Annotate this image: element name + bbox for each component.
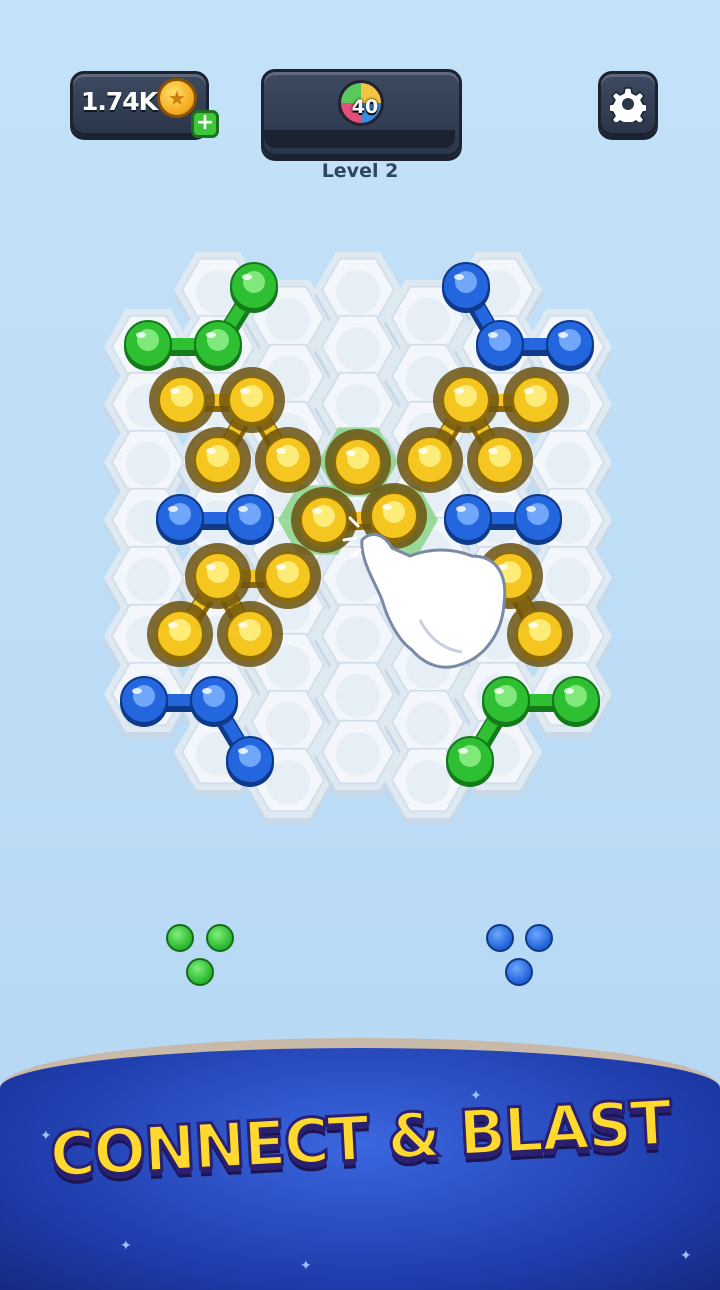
- piece-ball-shine: [136, 332, 146, 338]
- piece-ball: [397, 427, 463, 493]
- piece-ball-shine: [454, 274, 464, 280]
- piece-ball: [507, 601, 573, 667]
- piece-ball-shine: [528, 622, 538, 628]
- hex-cell-hole: [336, 327, 380, 371]
- piece-ball: [194, 320, 242, 371]
- piece-ball-shine: [488, 448, 498, 454]
- piece-ball: [147, 601, 213, 667]
- piece-ball-shine: [454, 388, 464, 394]
- hex-cell-hole: [336, 270, 380, 314]
- piece-ball-shine: [132, 688, 142, 694]
- piece-ball-shine: [488, 332, 498, 338]
- hex-cell-hole: [266, 298, 310, 342]
- hex-cell-hole: [546, 558, 590, 602]
- piece-ball: [226, 736, 274, 787]
- piece-ball: [185, 427, 251, 493]
- hex-cell-hole: [126, 558, 170, 602]
- piece-ball-shine: [202, 688, 212, 694]
- piece-ball-shine: [558, 332, 568, 338]
- piece-ball: [226, 494, 274, 545]
- piece-ball-shine: [206, 448, 216, 454]
- piece-ball-shine: [524, 388, 534, 394]
- piece-ball-shine: [456, 506, 466, 512]
- hex-cell-hole: [336, 616, 380, 660]
- piece-ball: [325, 429, 391, 495]
- piece-ball: [444, 494, 492, 545]
- piece-ball: [124, 320, 172, 371]
- piece-ball-shine: [238, 622, 248, 628]
- piece-ball-shine: [238, 748, 248, 754]
- piece-ball-shine: [206, 332, 216, 338]
- piece-ball: [503, 367, 569, 433]
- piece-ball-shine: [346, 450, 356, 456]
- tray-ball: [525, 924, 553, 952]
- hex-cell-hole: [406, 702, 450, 746]
- piece-ball-shine: [240, 388, 250, 394]
- piece-ball-shine: [382, 504, 392, 510]
- piece-ball: [476, 320, 524, 371]
- piece-ball: [482, 676, 530, 727]
- piece-ball-shine: [168, 622, 178, 628]
- piece-ball: [552, 676, 600, 727]
- piece-ball: [255, 543, 321, 609]
- piece-ball: [433, 367, 499, 433]
- piece-ball: [120, 676, 168, 727]
- piece-ball: [219, 367, 285, 433]
- hex-cell-hole: [336, 384, 380, 428]
- piece-ball-shine: [458, 748, 468, 754]
- piece-ball-shine: [526, 506, 536, 512]
- piece-ball-shine: [418, 448, 428, 454]
- hex-cell-hole: [546, 442, 590, 486]
- piece-ball-shine: [312, 508, 322, 514]
- tray-ball: [206, 924, 234, 952]
- piece-ball: [156, 494, 204, 545]
- piece-ball: [149, 367, 215, 433]
- hex-cell-hole: [126, 442, 170, 486]
- piece-ball: [446, 736, 494, 787]
- hex-cell-hole: [336, 674, 380, 718]
- tray-ball: [505, 958, 533, 986]
- piece-ball-shine: [206, 564, 216, 570]
- piece-ball-shine: [276, 448, 286, 454]
- piece-ball: [255, 427, 321, 493]
- hex-cell-hole: [406, 760, 450, 804]
- piece-ball: [291, 487, 357, 553]
- piece-ball-shine: [276, 564, 286, 570]
- piece-ball-shine: [170, 388, 180, 394]
- piece-ball: [467, 427, 533, 493]
- piece-ball: [185, 543, 251, 609]
- piece-ball-shine: [494, 688, 504, 694]
- piece-ball: [217, 601, 283, 667]
- piece-ball: [514, 494, 562, 545]
- tray-ball: [486, 924, 514, 952]
- hex-cell-hole: [406, 298, 450, 342]
- piece-ball-shine: [168, 506, 178, 512]
- hex-cell-hole: [266, 702, 310, 746]
- game-board[interactable]: [0, 0, 720, 1000]
- tray-ball: [166, 924, 194, 952]
- tray-ball: [186, 958, 214, 986]
- piece-ball-shine: [564, 688, 574, 694]
- piece-ball-shine: [238, 506, 248, 512]
- hex-cell-hole: [336, 732, 380, 776]
- piece-ball: [190, 676, 238, 727]
- piece-ball: [546, 320, 594, 371]
- piece-ball: [230, 262, 278, 313]
- piece-ball: [442, 262, 490, 313]
- piece-ball-shine: [242, 274, 252, 280]
